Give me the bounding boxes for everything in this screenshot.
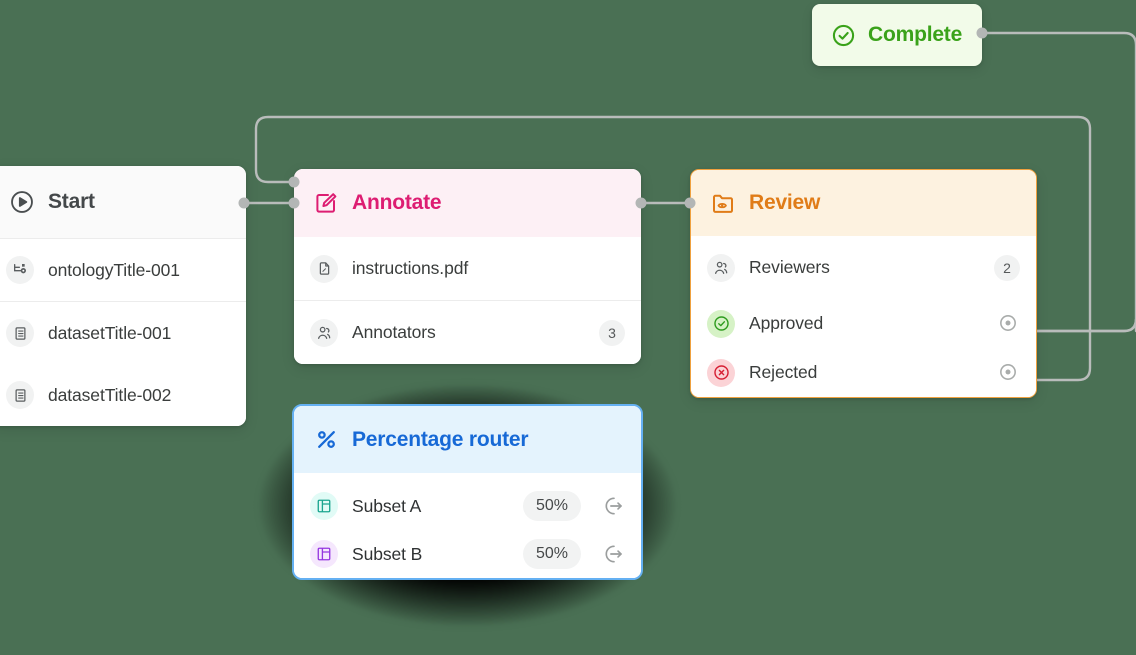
handle-annotate-target[interactable] — [288, 197, 300, 209]
row-instructions[interactable]: instructions.pdf — [294, 237, 641, 300]
node-start-body: ontologyTitle-001 datasetTitle-001 datas… — [0, 239, 246, 426]
percent-icon — [312, 426, 340, 454]
row-label: Subset B — [352, 543, 423, 564]
row-label: datasetTitle-002 — [48, 384, 172, 405]
row-rejected[interactable]: Rejected — [691, 348, 1036, 397]
row-label: Approved — [749, 313, 824, 333]
node-annotate[interactable]: Annotate instructions.pdf Annotators 3 — [294, 169, 641, 364]
handle-start-source[interactable] — [238, 197, 250, 209]
output-port-icon[interactable] — [998, 362, 1020, 384]
node-complete-header: Complete — [812, 4, 982, 66]
folder-eye-icon — [709, 189, 737, 217]
node-start-header: Start — [0, 166, 246, 238]
node-router-body: Subset A 50% Subset B 50% — [294, 482, 641, 578]
node-annotate-header: Annotate — [294, 169, 641, 237]
node-annotate-title: Annotate — [352, 191, 442, 214]
check-circle-icon — [707, 309, 735, 338]
row-label: Rejected — [749, 362, 818, 382]
subset-a-percent[interactable]: 50% — [523, 491, 581, 521]
x-circle-icon — [707, 358, 735, 387]
output-port-icon[interactable] — [998, 313, 1020, 335]
play-circle-icon — [8, 188, 36, 216]
row-ontology[interactable]: ontologyTitle-001 — [0, 239, 246, 301]
pdf-file-icon — [310, 254, 338, 283]
workflow-canvas[interactable]: Start ontologyTitle-001 datasetTitle-001… — [0, 0, 1136, 655]
node-start[interactable]: Start ontologyTitle-001 datasetTitle-001… — [0, 166, 246, 426]
handle-annotate-target-top[interactable] — [288, 176, 300, 188]
row-label: ontologyTitle-001 — [48, 259, 180, 280]
row-subset-b[interactable]: Subset B 50% — [294, 530, 641, 578]
node-start-title: Start — [48, 190, 95, 213]
handle-complete-source[interactable] — [976, 27, 988, 39]
node-review[interactable]: Review Reviewers 2 Approved Rejected — [690, 169, 1037, 398]
node-review-body: Reviewers 2 Approved Rejected — [691, 236, 1036, 397]
row-approved[interactable]: Approved — [691, 299, 1036, 348]
dataset-icon — [6, 319, 34, 347]
users-icon — [707, 253, 735, 282]
check-circle-icon — [829, 21, 857, 49]
edge-approved-rail — [1020, 318, 1136, 333]
handle-review-target[interactable] — [684, 197, 696, 209]
users-icon — [310, 318, 338, 347]
row-annotators[interactable]: Annotators 3 — [294, 301, 641, 364]
handle-annotate-source[interactable] — [635, 197, 647, 209]
pencil-square-icon — [312, 189, 340, 217]
node-complete-title: Complete — [868, 23, 963, 46]
node-review-header: Review — [691, 170, 1036, 236]
output-port-icon[interactable] — [603, 495, 625, 517]
ontology-icon — [6, 256, 34, 284]
node-router-header: Percentage router — [294, 406, 641, 473]
node-percentage-router[interactable]: Percentage router Subset A 50% Subset B … — [292, 404, 643, 580]
row-dataset-1[interactable]: datasetTitle-001 — [0, 302, 246, 364]
row-label: Reviewers — [749, 257, 830, 277]
row-label: datasetTitle-001 — [48, 322, 172, 343]
row-label: Annotators — [352, 322, 436, 342]
node-review-title: Review — [749, 191, 821, 214]
panel-icon-purple — [310, 540, 338, 568]
dataset-icon — [6, 381, 34, 409]
node-annotate-body: instructions.pdf Annotators 3 — [294, 237, 641, 364]
row-subset-a[interactable]: Subset A 50% — [294, 482, 641, 530]
panel-icon-teal — [310, 492, 338, 520]
row-label: instructions.pdf — [352, 258, 469, 278]
annotators-count-badge: 3 — [599, 319, 625, 346]
reviewers-count-badge: 2 — [994, 254, 1020, 281]
subset-b-percent[interactable]: 50% — [523, 539, 581, 569]
row-dataset-2[interactable]: datasetTitle-002 — [0, 364, 246, 426]
row-label: Subset A — [352, 495, 422, 516]
node-router-title: Percentage router — [352, 427, 529, 451]
output-port-icon[interactable] — [603, 543, 625, 565]
row-reviewers[interactable]: Reviewers 2 — [691, 236, 1036, 299]
node-complete[interactable]: Complete — [812, 4, 982, 66]
